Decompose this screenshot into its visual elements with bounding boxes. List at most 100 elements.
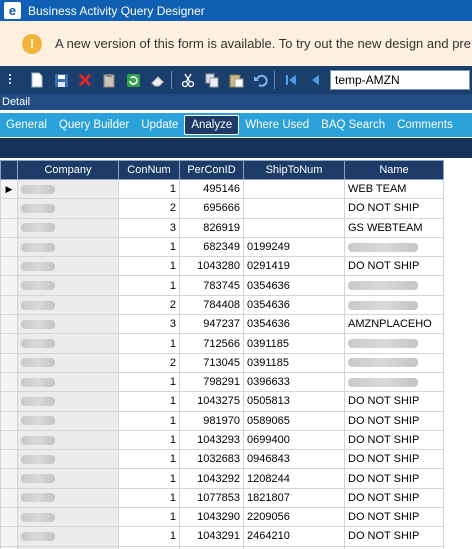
cell-company-redacted[interactable] [17,178,119,200]
tab-analyze[interactable]: Analyze [184,115,240,135]
row-selector[interactable] [0,507,18,528]
table-row[interactable]: 1 712566 0391185 [0,333,444,354]
cell-company-redacted[interactable] [17,333,119,354]
cell-perconid[interactable]: 495146 [179,178,244,200]
cell-connum[interactable]: 1 [118,449,180,470]
cell-shiptonum[interactable] [243,178,345,200]
tab-baq-search[interactable]: BAQ Search [315,115,391,135]
cell-connum[interactable]: 1 [118,391,180,412]
record-id-input[interactable]: temp-AMZN [330,70,470,90]
table-row[interactable]: ▶ 1 495146 WEB TEAM [0,178,444,200]
row-selector[interactable] [0,526,18,547]
cell-shiptonum[interactable]: 2464210 [243,526,345,547]
delete-icon[interactable] [74,69,96,91]
cell-shiptonum[interactable] [243,217,345,238]
clipboard-icon[interactable] [98,69,120,91]
cell-shiptonum[interactable]: 0699400 [243,429,345,451]
cell-perconid[interactable]: 1043292 [179,468,244,489]
cell-name[interactable]: DO NOT SHIP [344,391,444,412]
table-row[interactable]: 1 798291 0396633 [0,371,444,393]
copy-icon[interactable] [201,69,223,91]
cell-company-redacted[interactable] [17,507,119,528]
cell-name[interactable]: DO NOT SHIP [344,410,444,431]
cell-connum[interactable]: 1 [118,487,180,509]
cell-shiptonum[interactable]: 0199249 [243,236,345,258]
cell-name[interactable]: GS WEBTEAM [344,217,444,238]
cell-shiptonum[interactable]: 0391185 [243,333,345,354]
cell-company-redacted[interactable] [17,487,119,509]
cell-name[interactable] [344,333,444,354]
row-selector[interactable] [0,487,18,509]
cell-name[interactable]: DO NOT SHIP [344,526,444,547]
column-header-perconid[interactable]: PerConID [179,160,244,180]
cell-shiptonum[interactable]: 0291419 [243,256,345,277]
cell-connum[interactable]: 2 [118,198,180,219]
paste-icon[interactable] [225,69,247,91]
table-row[interactable]: 1 1043290 2209056 DO NOT SHIP [0,507,444,528]
cell-shiptonum[interactable]: 2209056 [243,507,345,528]
cell-company-redacted[interactable] [17,391,119,412]
table-row[interactable]: 1 1032683 0946843 DO NOT SHIP [0,449,444,470]
cell-connum[interactable]: 1 [118,236,180,258]
tab-update[interactable]: Update [135,115,184,135]
row-selector[interactable] [0,410,18,431]
cell-company-redacted[interactable] [17,371,119,393]
cell-shiptonum[interactable]: 0396633 [243,371,345,393]
cell-perconid[interactable]: 1043275 [179,391,244,412]
cell-company-redacted[interactable] [17,198,119,219]
table-row[interactable]: 1 1043293 0699400 DO NOT SHIP [0,429,444,451]
cell-connum[interactable]: 2 [118,294,180,316]
banner-text[interactable]: A new version of this form is available.… [55,36,471,51]
cell-shiptonum[interactable]: 1821807 [243,487,345,509]
cell-perconid[interactable]: 1077853 [179,487,244,509]
row-selector[interactable] [0,333,18,354]
cell-company-redacted[interactable] [17,352,119,373]
row-selector[interactable] [0,429,18,451]
cell-perconid[interactable]: 1032683 [179,449,244,470]
cell-shiptonum[interactable] [243,198,345,219]
cell-company-redacted[interactable] [17,236,119,258]
row-selector[interactable] [0,391,18,412]
cell-name[interactable]: DO NOT SHIP [344,429,444,451]
cell-shiptonum[interactable]: 0354636 [243,275,345,296]
row-selector[interactable] [0,256,18,277]
cell-name[interactable]: AMZNPLACEHO [344,314,444,335]
cell-name[interactable] [344,294,444,316]
cell-perconid[interactable]: 1043280 [179,256,244,277]
cell-company-redacted[interactable] [17,275,119,296]
row-selector[interactable] [0,449,18,470]
tab-query-builder[interactable]: Query Builder [53,115,135,135]
table-row[interactable]: 1 1043280 0291419 DO NOT SHIP [0,256,444,277]
cut-icon[interactable] [177,69,199,91]
row-selector[interactable] [0,217,18,238]
row-selector[interactable] [0,352,18,373]
cell-company-redacted[interactable] [17,526,119,547]
cell-connum[interactable]: 1 [118,429,180,451]
cell-company-redacted[interactable] [17,429,119,451]
row-selector[interactable] [0,236,18,258]
cell-perconid[interactable]: 713045 [179,352,244,373]
cell-shiptonum[interactable]: 0946843 [243,449,345,470]
row-selector[interactable] [0,468,18,489]
cell-name[interactable] [344,236,444,258]
table-row[interactable]: 2 695666 DO NOT SHIP [0,198,444,219]
cell-perconid[interactable]: 1043293 [179,429,244,451]
table-row[interactable]: 1 1043291 2464210 DO NOT SHIP [0,526,444,547]
cell-shiptonum[interactable]: 0354636 [243,294,345,316]
cell-connum[interactable]: 1 [118,178,180,200]
cell-connum[interactable]: 1 [118,468,180,489]
cell-name[interactable] [344,275,444,296]
cell-shiptonum[interactable]: 0505813 [243,391,345,412]
table-row[interactable]: 1 1043292 1208244 DO NOT SHIP [0,468,444,489]
cell-perconid[interactable]: 798291 [179,371,244,393]
cell-shiptonum[interactable]: 0391185 [243,352,345,373]
cell-name[interactable]: DO NOT SHIP [344,256,444,277]
row-selector[interactable] [0,294,18,316]
cell-name[interactable]: DO NOT SHIP [344,449,444,470]
cell-connum[interactable]: 2 [118,352,180,373]
tab-comments[interactable]: Comments [391,115,459,135]
cell-name[interactable]: DO NOT SHIP [344,468,444,489]
table-row[interactable]: 1 1043275 0505813 DO NOT SHIP [0,391,444,412]
column-header-company[interactable]: Company [17,160,119,180]
cell-name[interactable] [344,352,444,373]
